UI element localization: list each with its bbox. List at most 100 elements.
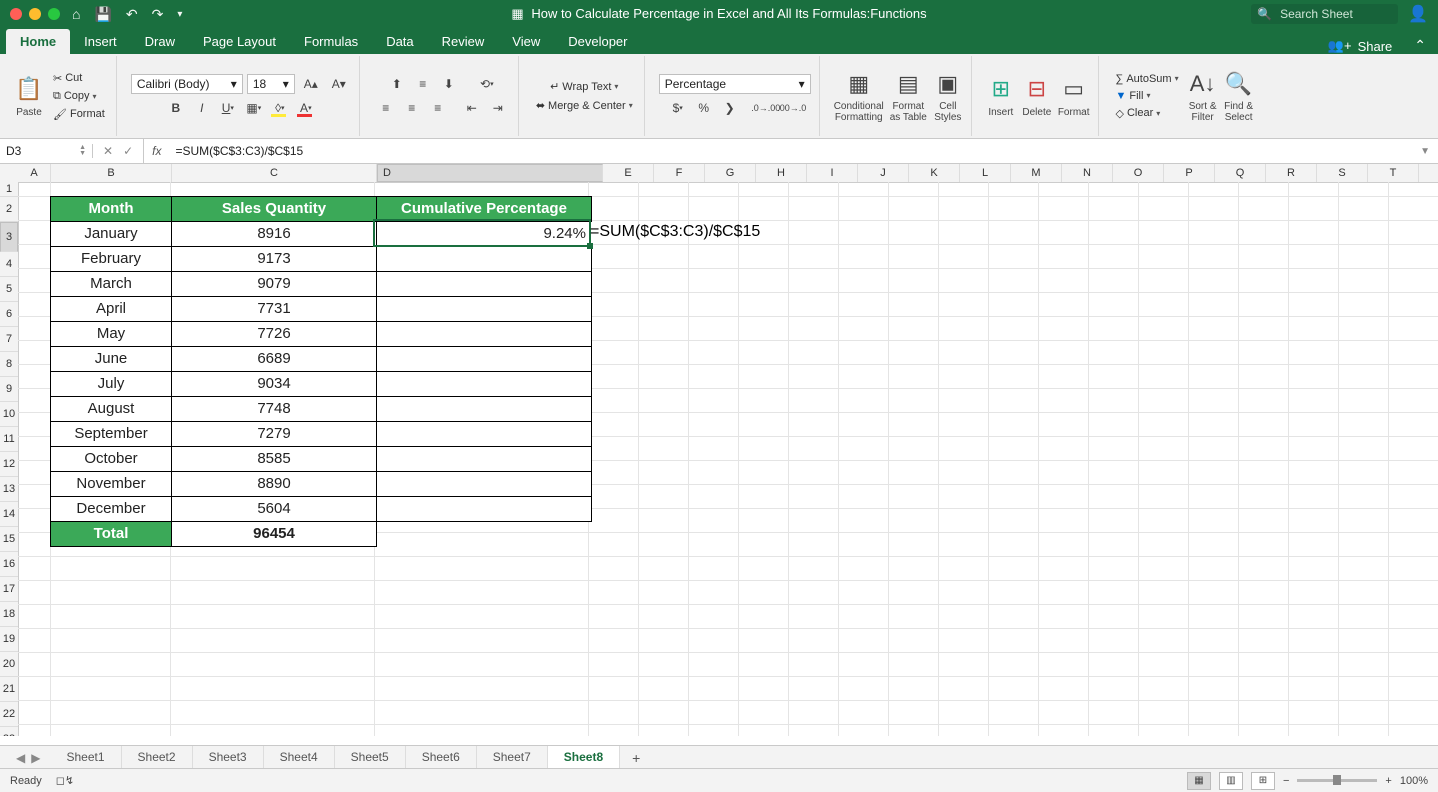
conditional-formatting-button[interactable]: ▦Conditional Formatting xyxy=(834,69,884,123)
page-break-view-icon[interactable]: ⊞ xyxy=(1251,772,1275,790)
tab-nav-next-icon[interactable]: ▶ xyxy=(31,751,40,765)
decrease-font-icon[interactable]: A▾ xyxy=(327,74,351,94)
cell[interactable] xyxy=(377,497,592,522)
tab-developer[interactable]: Developer xyxy=(554,29,641,54)
zoom-slider[interactable] xyxy=(1297,779,1377,782)
currency-icon[interactable]: $▾ xyxy=(666,98,690,118)
tab-insert[interactable]: Insert xyxy=(70,29,131,54)
cell[interactable]: May xyxy=(50,322,172,347)
tab-home[interactable]: Home xyxy=(6,29,70,54)
font-name-select[interactable]: Calibri (Body)▾ xyxy=(131,74,243,94)
cell[interactable]: 9.24% xyxy=(377,222,591,246)
cell[interactable]: 7279 xyxy=(172,422,377,447)
align-bottom-icon[interactable]: ⬇ xyxy=(437,74,461,94)
copy-button[interactable]: ⧉Copy▾ xyxy=(50,89,108,104)
cell[interactable]: 8585 xyxy=(172,447,377,472)
minimize-window[interactable] xyxy=(29,8,41,20)
page-layout-view-icon[interactable]: ▥ xyxy=(1219,772,1243,790)
clear-button[interactable]: ◇Clear▾ xyxy=(1113,106,1182,121)
cell[interactable] xyxy=(377,297,592,322)
cell[interactable]: 8890 xyxy=(172,472,377,497)
cell-styles-button[interactable]: ▣Cell Styles xyxy=(933,69,963,123)
sheet-tab-sheet6[interactable]: Sheet6 xyxy=(406,746,477,770)
tab-draw[interactable]: Draw xyxy=(131,29,189,54)
increase-font-icon[interactable]: A▴ xyxy=(299,74,323,94)
save-icon[interactable]: 💾 xyxy=(94,6,111,23)
cell[interactable] xyxy=(377,472,592,497)
total-value[interactable]: 96454 xyxy=(172,522,377,547)
row-headers[interactable]: 1234567891011121314151617181920212223242… xyxy=(0,182,19,736)
border-button[interactable]: ▦▾ xyxy=(242,98,266,118)
align-top-icon[interactable]: ⬆ xyxy=(385,74,409,94)
qat-more-icon[interactable]: ▾ xyxy=(177,9,182,20)
search-input[interactable] xyxy=(1278,6,1392,22)
cell[interactable]: 9173 xyxy=(172,247,377,272)
zoom-out-icon[interactable]: − xyxy=(1283,775,1289,787)
italic-button[interactable]: I xyxy=(190,98,214,118)
grid-cells[interactable]: MonthSales QuantityCumulative Percentage… xyxy=(18,182,1438,736)
cell[interactable]: March xyxy=(50,272,172,297)
fill-button[interactable]: ▼Fill▾ xyxy=(1113,89,1182,103)
cell[interactable]: 7726 xyxy=(172,322,377,347)
cell[interactable] xyxy=(377,447,592,472)
cell[interactable]: February xyxy=(50,247,172,272)
font-size-select[interactable]: 18▾ xyxy=(247,74,295,94)
merge-center-button[interactable]: ⬌Merge & Center▾ xyxy=(533,98,636,113)
name-box[interactable]: D3 ▲▼ xyxy=(0,144,93,158)
comma-icon[interactable]: ❯ xyxy=(718,98,742,118)
total-label[interactable]: Total xyxy=(50,522,172,547)
zoom-level[interactable]: 100% xyxy=(1400,775,1428,787)
sort-filter-button[interactable]: A↓Sort & Filter xyxy=(1188,69,1218,123)
undo-icon[interactable]: ↶ xyxy=(126,6,138,23)
align-center-icon[interactable]: ≡ xyxy=(400,98,424,118)
underline-button[interactable]: U▾ xyxy=(216,98,240,118)
tab-nav-prev-icon[interactable]: ◀ xyxy=(16,751,25,765)
cell[interactable] xyxy=(377,272,592,297)
sheet-tab-sheet2[interactable]: Sheet2 xyxy=(122,746,193,770)
cell[interactable]: October xyxy=(50,447,172,472)
orientation-icon[interactable]: ⟲▾ xyxy=(475,74,499,94)
percent-icon[interactable]: % xyxy=(692,98,716,118)
cell[interactable] xyxy=(377,422,592,447)
sheet-tab-sheet8[interactable]: Sheet8 xyxy=(548,746,620,770)
tab-review[interactable]: Review xyxy=(428,29,499,54)
font-color-button[interactable]: A▾ xyxy=(294,98,318,118)
wrap-text-button[interactable]: ↵Wrap Text▾ xyxy=(547,79,621,94)
align-middle-icon[interactable]: ≡ xyxy=(411,74,435,94)
cell[interactable]: January xyxy=(50,222,172,247)
cell[interactable] xyxy=(377,322,592,347)
close-window[interactable] xyxy=(10,8,22,20)
cell[interactable]: 9079 xyxy=(172,272,377,297)
decrease-decimal-icon[interactable]: .0→.00 xyxy=(754,98,778,118)
add-sheet-button[interactable]: + xyxy=(620,746,652,770)
maximize-window[interactable] xyxy=(48,8,60,20)
enter-formula-icon[interactable]: ✓ xyxy=(123,144,133,158)
home-icon[interactable]: ⌂ xyxy=(72,6,80,22)
table-header[interactable]: Sales Quantity xyxy=(172,196,377,222)
fill-color-button[interactable]: ◊▾ xyxy=(268,98,292,118)
table-header[interactable]: Month xyxy=(50,196,172,222)
redo-icon[interactable]: ↷ xyxy=(152,6,164,23)
cell[interactable] xyxy=(377,347,592,372)
format-cells-button[interactable]: ▭Format xyxy=(1058,75,1090,118)
delete-cells-button[interactable]: ⊟Delete xyxy=(1022,75,1052,118)
cell[interactable] xyxy=(377,397,592,422)
select-all-corner[interactable] xyxy=(0,164,19,183)
bold-button[interactable]: B xyxy=(164,98,188,118)
cell[interactable]: December xyxy=(50,497,172,522)
normal-view-icon[interactable]: ▦ xyxy=(1187,772,1211,790)
cell[interactable]: November xyxy=(50,472,172,497)
cell[interactable]: July xyxy=(50,372,172,397)
number-format-select[interactable]: Percentage▾ xyxy=(659,74,811,94)
cell[interactable] xyxy=(377,247,592,272)
sheet-tab-sheet3[interactable]: Sheet3 xyxy=(193,746,264,770)
cancel-formula-icon[interactable]: ✕ xyxy=(103,144,113,158)
tab-view[interactable]: View xyxy=(498,29,554,54)
cell[interactable]: September xyxy=(50,422,172,447)
cell[interactable]: June xyxy=(50,347,172,372)
macro-record-icon[interactable]: ◻↯ xyxy=(56,774,74,787)
format-painter-button[interactable]: 🖌Format xyxy=(50,107,108,122)
sheet-tab-sheet7[interactable]: Sheet7 xyxy=(477,746,548,770)
paste-button[interactable]: 📋 Paste xyxy=(14,75,44,118)
tab-formulas[interactable]: Formulas xyxy=(290,29,372,54)
